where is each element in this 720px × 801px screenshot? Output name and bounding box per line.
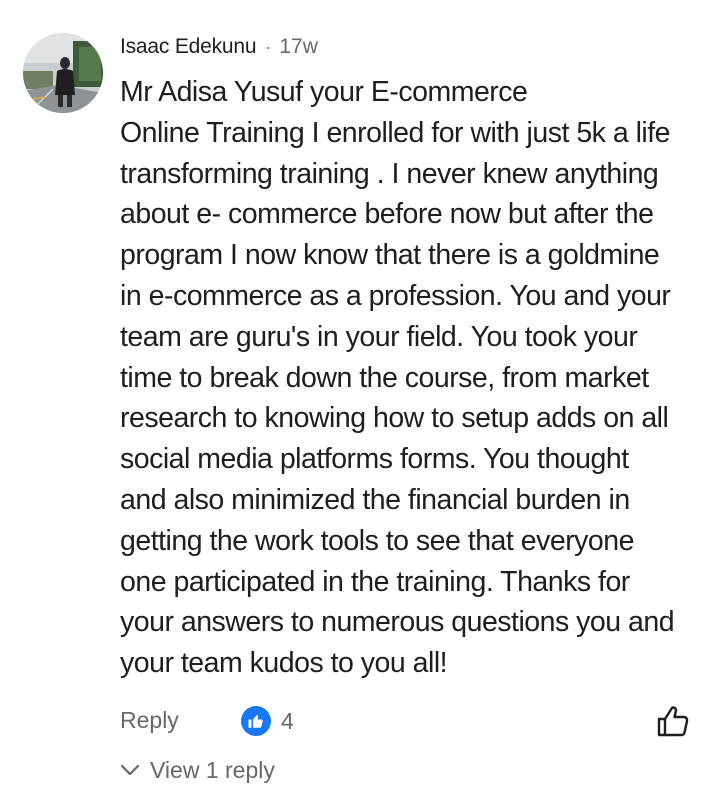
- view-replies-button[interactable]: View 1 reply: [120, 753, 275, 787]
- comment-line: and also minimized the financial burden …: [120, 483, 630, 516]
- thumbs-up-outline-icon: [657, 706, 689, 737]
- author-name[interactable]: Isaac Edekunu: [120, 35, 257, 59]
- comment-line: your answers to numerous questions you a…: [120, 606, 675, 639]
- avatar[interactable]: [23, 33, 103, 113]
- comment-line: Mr Adisa Yusuf your E-commerce: [120, 76, 528, 108]
- comment-line: one participated in the training. Thanks…: [120, 565, 630, 598]
- reaction-count: 4: [281, 707, 294, 734]
- comment-line: program I now know that there is a goldm…: [120, 239, 660, 272]
- timestamp[interactable]: 17w: [279, 35, 318, 59]
- comment-line: research to knowing how to setup adds on…: [120, 402, 669, 435]
- comment-line: your team kudos to you all!: [120, 647, 448, 680]
- comment-line: time to break down the course, from mark…: [120, 361, 649, 394]
- comment-line: transforming training . I never knew any…: [120, 157, 659, 190]
- comment-line: social media platforms forms. You though…: [120, 443, 629, 476]
- like-icon: [241, 706, 271, 736]
- comment-line: team are guru's in your field. You took …: [120, 320, 638, 353]
- reply-button[interactable]: Reply: [120, 707, 179, 734]
- reaction-summary[interactable]: 4: [241, 706, 294, 736]
- view-replies-label: View 1 reply: [150, 756, 275, 783]
- comment-line: getting the work tools to see that every…: [120, 524, 635, 557]
- separator-dot: ·: [265, 36, 272, 57]
- comment-line: Online Training I enrolled for with just…: [120, 116, 671, 149]
- comment-header: Isaac Edekunu · 17w: [120, 34, 318, 60]
- comment-text: Mr Adisa Yusuf your E-commerce Online Tr…: [120, 72, 710, 684]
- chevron-down-icon: [120, 764, 140, 776]
- comment-line: about e- commerce before now but after t…: [120, 198, 654, 231]
- like-button[interactable]: [655, 703, 691, 739]
- avatar-photo: [23, 33, 103, 113]
- comment-actions: Reply: [120, 700, 179, 740]
- comment-line: in e-commerce as a profession. You and y…: [120, 279, 671, 312]
